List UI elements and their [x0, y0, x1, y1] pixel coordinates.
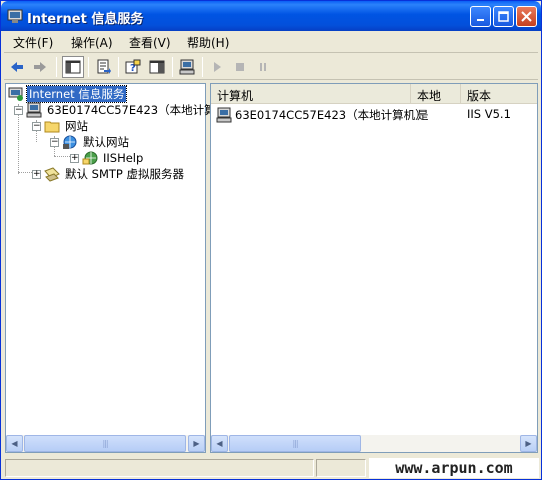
menu-view[interactable]: 查看(V): [129, 34, 171, 51]
row-computer-name: 63E0174CC57E423（本地计算机）: [235, 108, 427, 122]
scroll-thumb[interactable]: |||: [229, 435, 361, 452]
minimize-button[interactable]: [470, 6, 491, 27]
menu-bar: 文件(F) 操作(A) 查看(V) 帮助(H): [4, 31, 538, 53]
forward-arrow-icon: [34, 62, 46, 72]
column-local[interactable]: 本地: [411, 84, 461, 103]
connect-button[interactable]: [176, 56, 198, 78]
tree-websites[interactable]: − 网站: [32, 118, 90, 134]
status-bar: www.arpun.com: [4, 457, 539, 479]
tree-horizontal-scrollbar[interactable]: ◀ ||| ▶: [6, 435, 205, 452]
smtp-server-icon: [44, 167, 60, 182]
menu-file[interactable]: 文件(F): [13, 34, 53, 51]
forward-button[interactable]: [29, 56, 51, 78]
computer-icon: [26, 102, 42, 118]
export-list-button[interactable]: [92, 56, 114, 78]
computer-icon: [216, 107, 232, 123]
iis-root-icon: [8, 87, 23, 101]
show-action-pane-button[interactable]: [146, 56, 168, 78]
pause-button[interactable]: [252, 56, 274, 78]
tree-computer[interactable]: − 63E0174CC57E423（本地计算机）: [14, 102, 241, 118]
column-version[interactable]: 版本: [461, 84, 537, 103]
scroll-right-button[interactable]: ▶: [520, 435, 537, 452]
pause-icon: [260, 63, 266, 71]
list-horizontal-scrollbar[interactable]: ◀ ||| ▶: [211, 435, 537, 452]
title-bar[interactable]: Internet 信息服务: [1, 1, 541, 31]
stop-button[interactable]: [229, 56, 251, 78]
tree-smtp[interactable]: + 默认 SMTP 虚拟服务器: [32, 166, 186, 182]
close-icon: [521, 11, 532, 22]
watermark-text: www.arpun.com: [369, 458, 539, 478]
row-version: IIS V5.1: [467, 107, 511, 121]
details-pane[interactable]: 计算机 本地 版本 63E0174CC57E423（本地计算机） 是 IIS V…: [210, 83, 538, 453]
tree-iishelp[interactable]: + IISHelp: [70, 150, 145, 166]
virtual-directory-icon: [82, 151, 98, 165]
tree-root[interactable]: Internet 信息服务: [8, 85, 128, 103]
folder-icon: [44, 121, 60, 133]
computer-connect-icon: [179, 59, 195, 75]
action-pane-icon: [149, 60, 165, 74]
minimize-icon: [476, 18, 484, 21]
back-button[interactable]: [6, 56, 28, 78]
tree-websites-label: 网站: [65, 119, 88, 133]
column-computer[interactable]: 计算机: [211, 84, 411, 103]
tree-smtp-label: 默认 SMTP 虚拟服务器: [65, 167, 184, 181]
help-button[interactable]: ?: [122, 56, 144, 78]
maximize-button[interactable]: [493, 6, 514, 27]
website-globe-icon: [63, 135, 77, 149]
menu-action[interactable]: 操作(A): [71, 34, 113, 51]
back-arrow-icon: [11, 62, 23, 72]
tree-iishelp-label: IISHelp: [103, 151, 144, 165]
help-icon: ?: [125, 59, 141, 74]
iis-app-icon: [7, 9, 23, 23]
row-local: 是: [417, 108, 429, 122]
scroll-left-button[interactable]: ◀: [211, 435, 228, 452]
collapse-icon[interactable]: −: [14, 105, 23, 115]
stop-icon: [236, 63, 244, 71]
tree-pane[interactable]: Internet 信息服务 − 63E0174CC57E423（本地计算机） −…: [5, 83, 239, 453]
scroll-thumb[interactable]: |||: [24, 435, 186, 452]
tree-default-site[interactable]: − 默认网站: [50, 134, 131, 150]
console-tree-icon: [65, 60, 81, 74]
start-button[interactable]: [206, 56, 228, 78]
show-tree-button[interactable]: [62, 56, 84, 78]
tree-default-site-label: 默认网站: [83, 135, 129, 149]
export-list-icon: [97, 59, 111, 74]
iis-window: Internet 信息服务 文件(F) 操作(A) 查看(V) 帮助(H) ? …: [0, 0, 542, 480]
scroll-right-button[interactable]: ▶: [188, 435, 205, 452]
status-panel: [316, 459, 366, 477]
close-button[interactable]: [516, 6, 537, 27]
play-icon: [214, 62, 221, 72]
scroll-left-button[interactable]: ◀: [6, 435, 23, 452]
window-title: Internet 信息服务: [27, 12, 144, 27]
expand-icon[interactable]: +: [70, 153, 79, 163]
maximize-icon: [498, 11, 509, 22]
menu-help[interactable]: 帮助(H): [187, 34, 229, 51]
table-row[interactable]: 63E0174CC57E423（本地计算机） 是 IIS V5.1: [211, 106, 537, 123]
status-panel: [5, 459, 314, 477]
collapse-icon[interactable]: −: [50, 137, 59, 147]
expand-icon[interactable]: +: [32, 169, 41, 179]
toolbar: ?: [4, 54, 538, 80]
list-header: 计算机 本地 版本: [211, 84, 537, 104]
collapse-icon[interactable]: −: [32, 121, 41, 131]
tree-root-label: Internet 信息服务: [25, 85, 128, 103]
